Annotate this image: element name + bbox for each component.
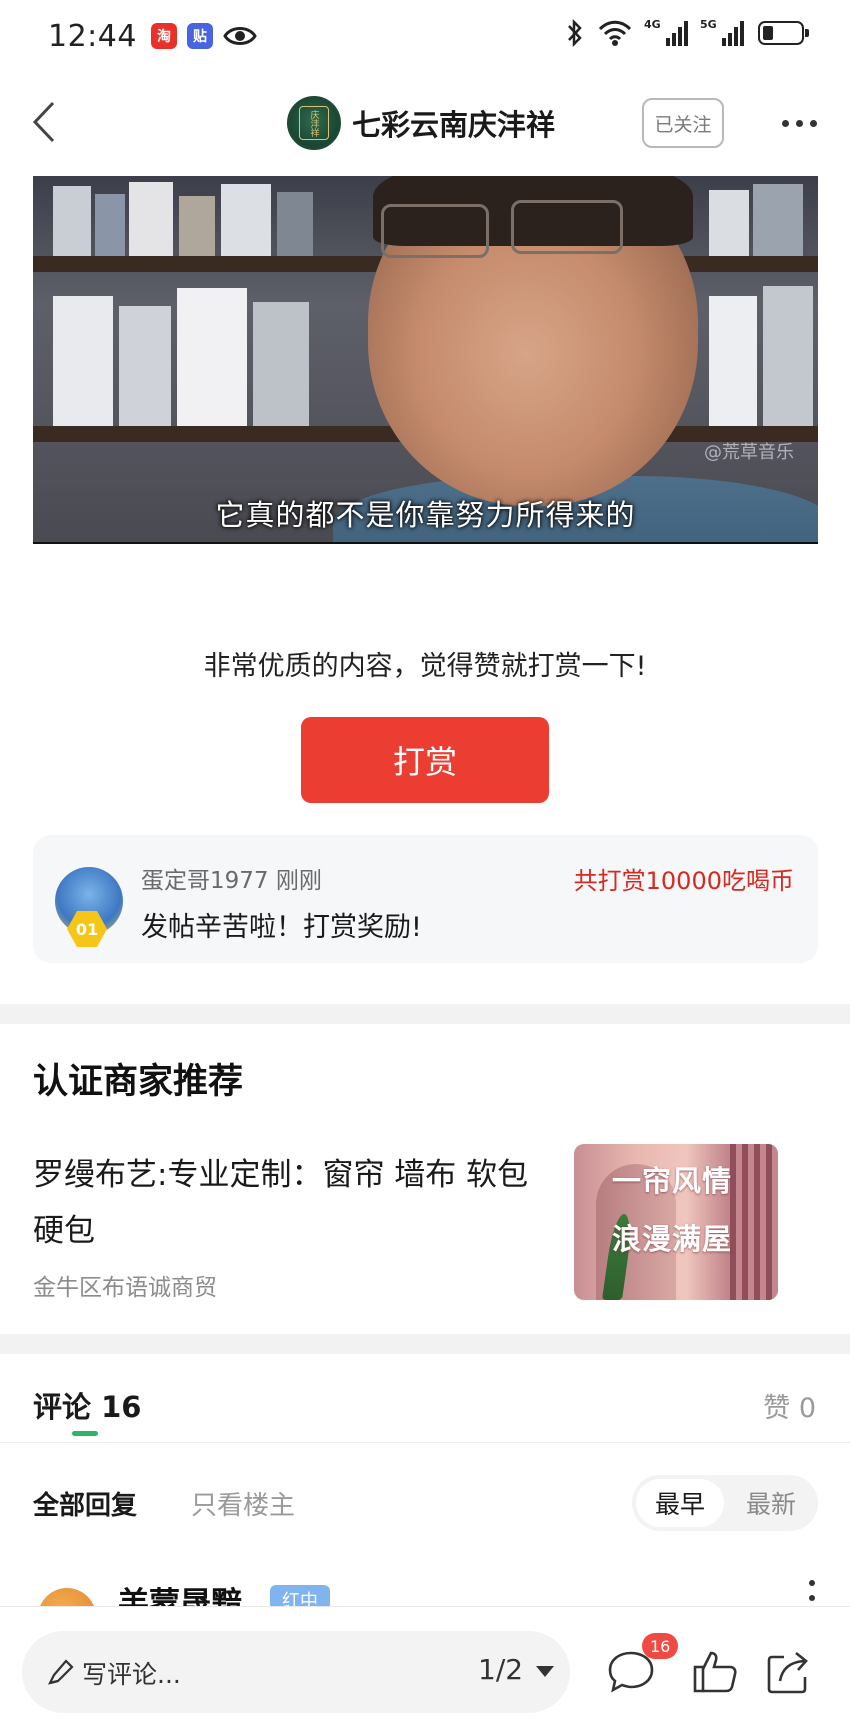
image-watermark: @荒草音乐 xyxy=(704,442,794,463)
bottom-bar: 写评论... 1/2 16 xyxy=(0,1606,850,1735)
reward-button[interactable]: 打赏 xyxy=(301,717,549,803)
chevron-left-icon xyxy=(32,101,55,143)
channel-title[interactable]: 七彩云南庆沣祥 xyxy=(352,102,555,144)
comment-count: 16 xyxy=(101,1390,142,1424)
comment-count-badge: 16 xyxy=(642,1633,679,1659)
thumbs-up-icon[interactable] xyxy=(688,1645,742,1699)
filter-all-replies[interactable]: 全部回复 xyxy=(33,1485,137,1522)
status-bar: 12:44 淘 贴 4G 5G xyxy=(0,0,850,72)
merchant-heading: 认证商家推荐 xyxy=(33,1062,244,1102)
dot-icon xyxy=(795,119,803,127)
signal-5g-icon: 5G xyxy=(700,18,744,46)
share-icon[interactable] xyxy=(762,1645,816,1699)
merchant-thumbnail[interactable]: 一帘风情 浪漫满屋 xyxy=(574,1144,778,1300)
signal-4g-icon: 4G xyxy=(644,18,688,46)
nav-bar: 庆沣祥 七彩云南庆沣祥 已关注 xyxy=(0,80,850,164)
comment-input[interactable]: 写评论... 1/2 xyxy=(22,1631,570,1713)
comment-placeholder: 写评论... xyxy=(82,1660,181,1689)
status-app-icons: 淘 贴 xyxy=(150,23,257,49)
channel-avatar[interactable]: 庆沣祥 xyxy=(287,96,341,150)
status-time: 12:44 xyxy=(48,18,137,54)
back-button[interactable] xyxy=(14,92,74,152)
video-subtitle: 它真的都不是你靠努力所得来的 xyxy=(215,498,636,532)
filter-op-only[interactable]: 只看楼主 xyxy=(191,1485,295,1522)
post-image[interactable]: @荒草音乐 它真的都不是你靠努力所得来的 xyxy=(33,176,818,544)
divider xyxy=(0,1442,850,1443)
page-indicator[interactable]: 1/2 xyxy=(478,1653,523,1686)
follow-button[interactable]: 已关注 xyxy=(642,98,724,148)
reward-message: 发帖辛苦啦！打赏奖励! xyxy=(141,912,422,943)
dot-icon xyxy=(781,119,789,127)
merchant-title[interactable]: 罗缦布艺:专业定制：窗帘 墙布 软包硬包 xyxy=(33,1147,553,1259)
eye-icon xyxy=(223,27,257,45)
merchant-subtitle: 金牛区布语诚商贸 xyxy=(33,1275,217,1301)
sort-toggle: 最早 最新 xyxy=(632,1475,818,1531)
section-divider xyxy=(0,1334,850,1354)
tab-comments[interactable]: 评论 16 xyxy=(33,1384,141,1426)
taobao-icon: 淘 xyxy=(150,23,177,49)
reward-prompt: 非常优质的内容，觉得赞就打赏一下! xyxy=(203,651,647,682)
merchant-thumb-text: 一帘风情 浪漫满屋 xyxy=(611,1164,732,1256)
reward-card[interactable]: 01 蛋定哥1977 刚刚 共打赏10000吃喝币 发帖辛苦啦！打赏奖励! xyxy=(33,835,818,963)
bluetooth-icon xyxy=(568,18,582,48)
pencil-icon xyxy=(47,1659,74,1685)
tieba-icon: 贴 xyxy=(186,23,213,49)
more-options-button[interactable] xyxy=(770,100,828,146)
tab-indicator xyxy=(72,1431,98,1436)
dot-icon xyxy=(809,119,817,127)
tab-likes[interactable]: 赞 0 xyxy=(763,1386,816,1425)
caret-down-icon[interactable] xyxy=(536,1666,554,1677)
battery-icon xyxy=(758,21,809,45)
sort-earliest-button[interactable]: 最早 xyxy=(636,1479,724,1527)
reward-total: 共打赏10000吃喝币 xyxy=(573,867,794,895)
section-divider xyxy=(0,1004,850,1024)
channel-avatar-text: 庆沣祥 xyxy=(299,106,329,140)
status-indicators: 4G 5G xyxy=(566,18,809,48)
sort-newest-button[interactable]: 最新 xyxy=(728,1479,814,1527)
rewarder-name: 蛋定哥1977 刚刚 xyxy=(141,868,322,894)
wifi-icon xyxy=(598,20,632,46)
